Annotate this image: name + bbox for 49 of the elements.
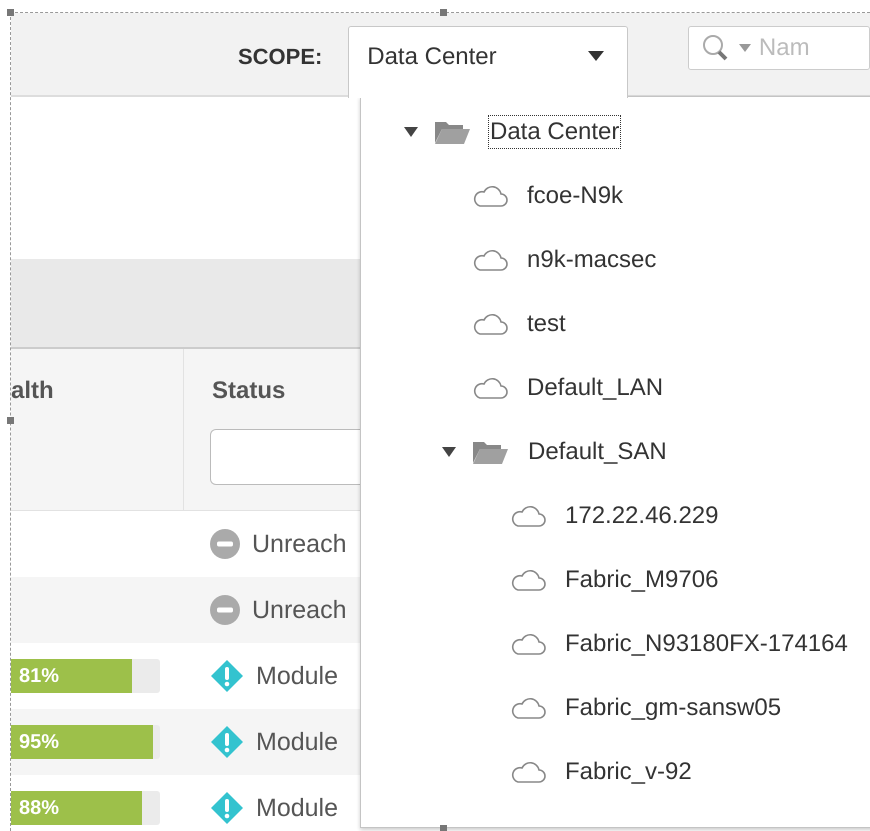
column-header: Status bbox=[211, 377, 286, 405]
cloud-icon bbox=[510, 760, 546, 784]
health-percent: 95% bbox=[19, 731, 60, 754]
tree-item[interactable]: Data Center bbox=[488, 115, 622, 149]
cloud-icon bbox=[472, 376, 508, 400]
tree-item[interactable]: Fabric_v-92 bbox=[563, 755, 694, 789]
status-text: Module bbox=[256, 662, 338, 690]
warning-icon bbox=[210, 725, 244, 759]
filter-field[interactable] bbox=[210, 429, 360, 485]
status-text: Module bbox=[256, 728, 338, 756]
warning-icon bbox=[210, 791, 244, 825]
tree-item[interactable]: n9k-macsec bbox=[525, 243, 658, 277]
caret-icon bbox=[738, 44, 751, 52]
tree-item[interactable]: Default_SAN bbox=[526, 435, 669, 469]
folder-icon bbox=[472, 439, 509, 465]
selection-handle[interactable] bbox=[7, 9, 14, 16]
cloud-icon bbox=[510, 696, 546, 720]
scope-label: SCOPE: bbox=[238, 44, 324, 70]
status-text: Module bbox=[256, 794, 338, 822]
tree-item[interactable]: Fabric_gm-sansw05 bbox=[563, 691, 784, 725]
tree-item[interactable]: Default_LAN bbox=[525, 371, 666, 405]
cloud-icon bbox=[472, 248, 508, 272]
cloud-icon bbox=[510, 632, 546, 656]
column-header: alth bbox=[11, 377, 55, 405]
selection-handle[interactable] bbox=[7, 417, 14, 424]
tree-item[interactable]: fcoe-N9k bbox=[525, 179, 626, 213]
cloud-icon bbox=[472, 184, 508, 208]
tree-item[interactable]: 172.22.46.229 bbox=[563, 499, 720, 533]
cloud-icon bbox=[472, 312, 508, 336]
cloud-icon bbox=[510, 568, 546, 592]
caret-icon bbox=[586, 50, 605, 62]
minus-circle-icon bbox=[210, 595, 240, 625]
search-placeholder: Nam bbox=[758, 34, 810, 62]
cloud-icon bbox=[510, 504, 546, 528]
selection-handle[interactable] bbox=[440, 9, 447, 16]
tree-item[interactable]: Fabric_N93180FX-174164 bbox=[563, 627, 850, 661]
selection-handle[interactable] bbox=[440, 825, 447, 831]
tree-item[interactable]: test bbox=[525, 307, 568, 341]
status-text: Unreach bbox=[252, 530, 346, 558]
health-percent: 88% bbox=[19, 797, 60, 820]
expand-caret-icon[interactable] bbox=[404, 127, 418, 137]
folder-icon bbox=[434, 119, 471, 145]
status-text: Unreach bbox=[252, 596, 346, 624]
warning-icon bbox=[210, 659, 244, 693]
tree-item[interactable]: Fabric_M9706 bbox=[563, 563, 720, 597]
expand-caret-icon[interactable] bbox=[442, 447, 456, 457]
scope-dropdown[interactable]: Data Center bbox=[348, 26, 628, 98]
minus-circle-icon bbox=[210, 529, 240, 559]
health-percent: 81% bbox=[19, 665, 60, 688]
